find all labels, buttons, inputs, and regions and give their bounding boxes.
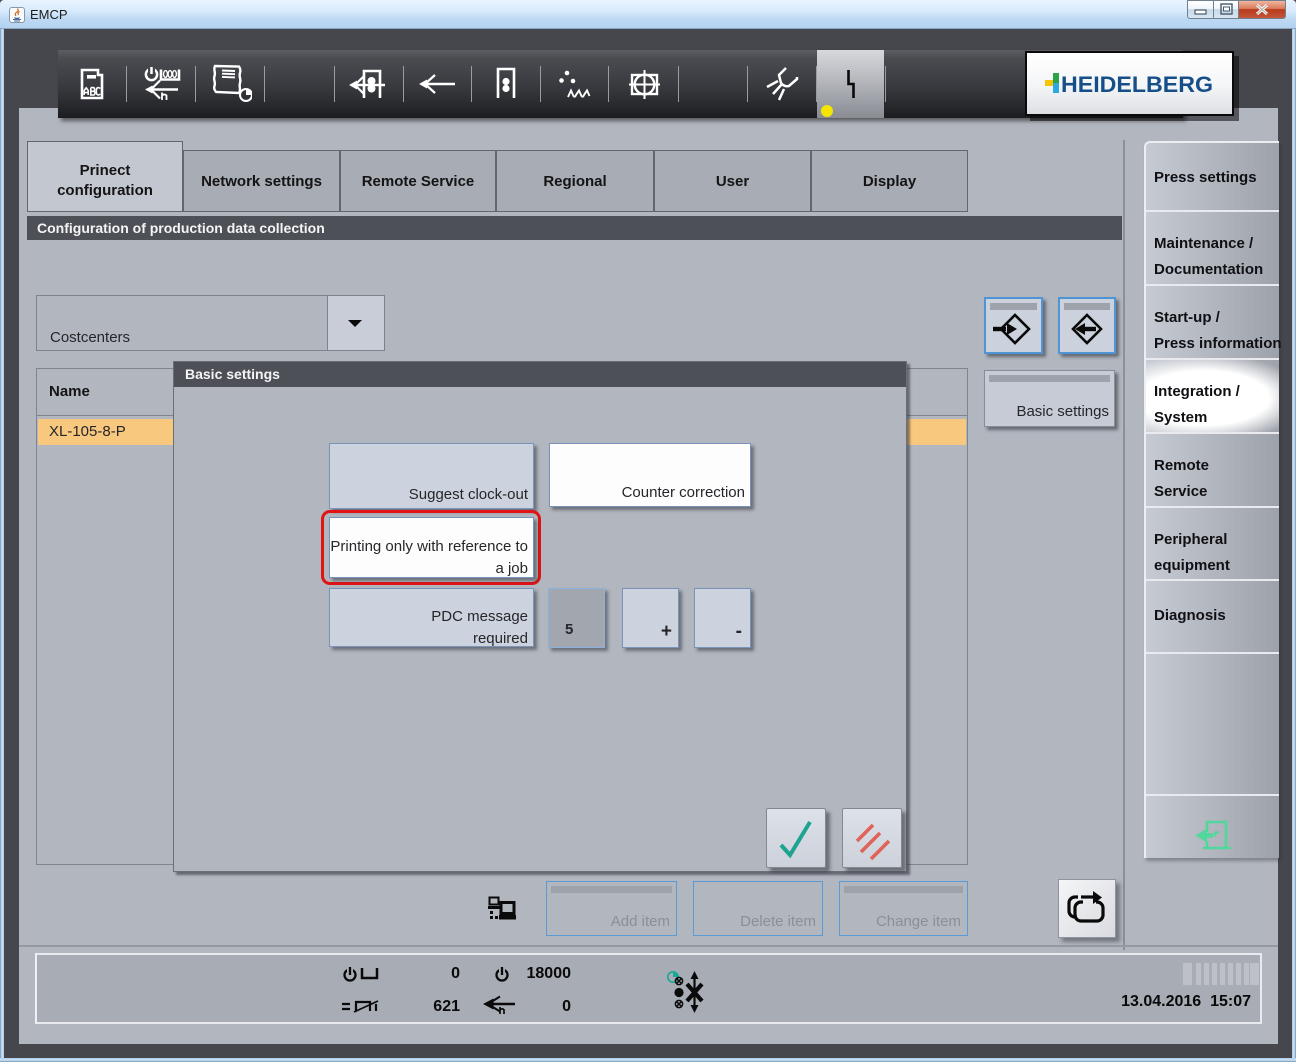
- svg-text:HEIDELBERG: HEIDELBERG: [1061, 72, 1213, 97]
